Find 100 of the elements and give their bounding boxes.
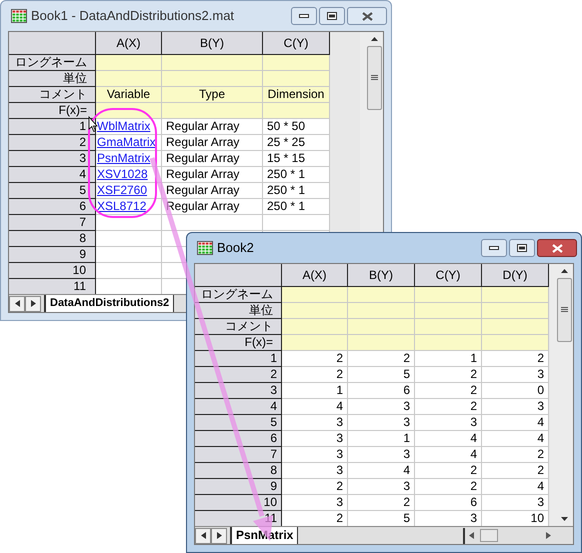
row-header: 11: [9, 279, 96, 294]
row-header: ロングネーム: [9, 55, 96, 71]
table-cell: 6: [348, 383, 415, 399]
table-cell: [348, 319, 415, 335]
scrollbar-thumb[interactable]: [367, 46, 382, 110]
table-cell: Variable: [96, 87, 162, 103]
column-header[interactable]: B(Y): [162, 32, 263, 55]
row-header: 4: [9, 167, 96, 183]
next-sheet-button[interactable]: [25, 296, 41, 312]
table-cell: [415, 303, 482, 319]
table-cell: 4: [415, 431, 482, 447]
row-header: 1: [9, 119, 96, 135]
row-header: 6: [195, 431, 282, 447]
row-header: 8: [9, 231, 96, 247]
table-cell: [348, 303, 415, 319]
minimize-icon: [489, 246, 499, 250]
column-header[interactable]: D(Y): [482, 264, 549, 287]
row-header: 7: [9, 215, 96, 231]
right-arrow-icon: [216, 532, 222, 539]
spreadsheet-icon: [11, 9, 27, 23]
column-header[interactable]: C(Y): [415, 264, 482, 287]
table-cell: 2: [282, 367, 348, 383]
table-cell: 50 * 50: [263, 119, 330, 135]
up-arrow-icon: [561, 269, 568, 273]
table-cell: 6: [415, 495, 482, 511]
maximize-button[interactable]: [319, 7, 345, 25]
table-cell: [96, 55, 162, 71]
table-cell: 2: [482, 447, 549, 463]
table-cell: Regular Array: [162, 119, 263, 135]
table-cell: [482, 335, 549, 351]
table-cell: 5: [348, 511, 415, 526]
table-cell: [482, 303, 549, 319]
table-cell: [282, 287, 348, 303]
table-cell: 3: [482, 399, 549, 415]
table-cell: 2: [282, 351, 348, 367]
minimize-button[interactable]: [291, 7, 317, 25]
column-header[interactable]: A(X): [96, 32, 162, 55]
table-cell: 15 * 15: [263, 151, 330, 167]
maximize-icon: [517, 244, 527, 252]
row-header: 4: [195, 399, 282, 415]
table-cell: [348, 335, 415, 351]
minimize-button[interactable]: [481, 239, 507, 257]
row-header: 9: [9, 247, 96, 263]
table-cell: 3: [348, 447, 415, 463]
table-cell: 4: [348, 463, 415, 479]
table-cell: 3: [482, 495, 549, 511]
row-header: F(x)=: [9, 103, 96, 119]
sheet-tab[interactable]: PsnMatrix: [230, 527, 298, 544]
column-header[interactable]: A(X): [282, 264, 348, 287]
scrollbar-thumb[interactable]: [557, 278, 572, 342]
table-cell: [482, 319, 549, 335]
row-header: 2: [9, 135, 96, 151]
row-header: 2: [195, 367, 282, 383]
table-cell: 2: [482, 351, 549, 367]
close-button[interactable]: [347, 7, 387, 25]
table-cell: 3: [415, 511, 482, 526]
table-cell: 2: [415, 463, 482, 479]
table-cell: [96, 263, 162, 279]
table-cell: [415, 335, 482, 351]
table-cell: 1: [282, 383, 348, 399]
table-cell: 1: [348, 431, 415, 447]
table-cell: 3: [348, 479, 415, 495]
table-cell: [96, 279, 162, 294]
close-icon: [552, 244, 562, 252]
close-button[interactable]: [537, 239, 577, 257]
row-header: 9: [195, 479, 282, 495]
table-cell: Regular Array: [162, 199, 263, 215]
previous-sheet-button[interactable]: [9, 296, 25, 312]
table-cell: 2: [348, 351, 415, 367]
grip-icon: [371, 75, 378, 81]
down-arrow-icon: [561, 517, 568, 521]
scrollbar-thumb[interactable]: [480, 529, 498, 542]
grip-icon: [561, 307, 568, 313]
next-sheet-button[interactable]: [211, 528, 227, 544]
table-cell: 3: [282, 415, 348, 431]
horizontal-scrollbar[interactable]: [463, 528, 551, 544]
table-cell: Regular Array: [162, 151, 263, 167]
table-cell: [282, 335, 348, 351]
column-header[interactable]: C(Y): [263, 32, 330, 55]
table-cell: 3: [282, 463, 348, 479]
row-header: 3: [9, 151, 96, 167]
maximize-button[interactable]: [509, 239, 535, 257]
column-header[interactable]: B(Y): [348, 264, 415, 287]
table-cell: Regular Array: [162, 135, 263, 151]
row-header: 8: [195, 463, 282, 479]
table-cell: 4: [282, 399, 348, 415]
table-cell: 2: [282, 479, 348, 495]
row-header: ロングネーム: [195, 287, 282, 303]
table-cell: 2: [348, 495, 415, 511]
table-cell: 3: [282, 447, 348, 463]
sheet-tab[interactable]: DataAndDistributions2: [44, 295, 174, 312]
table-cell: [263, 55, 330, 71]
table-cell: 5: [348, 367, 415, 383]
table-cell: 3: [415, 415, 482, 431]
row-header: 6: [9, 199, 96, 215]
row-header: 10: [195, 495, 282, 511]
row-header: コメント: [195, 319, 282, 335]
table-cell: [348, 287, 415, 303]
previous-sheet-button[interactable]: [195, 528, 211, 544]
left-arrow-icon: [469, 532, 474, 539]
